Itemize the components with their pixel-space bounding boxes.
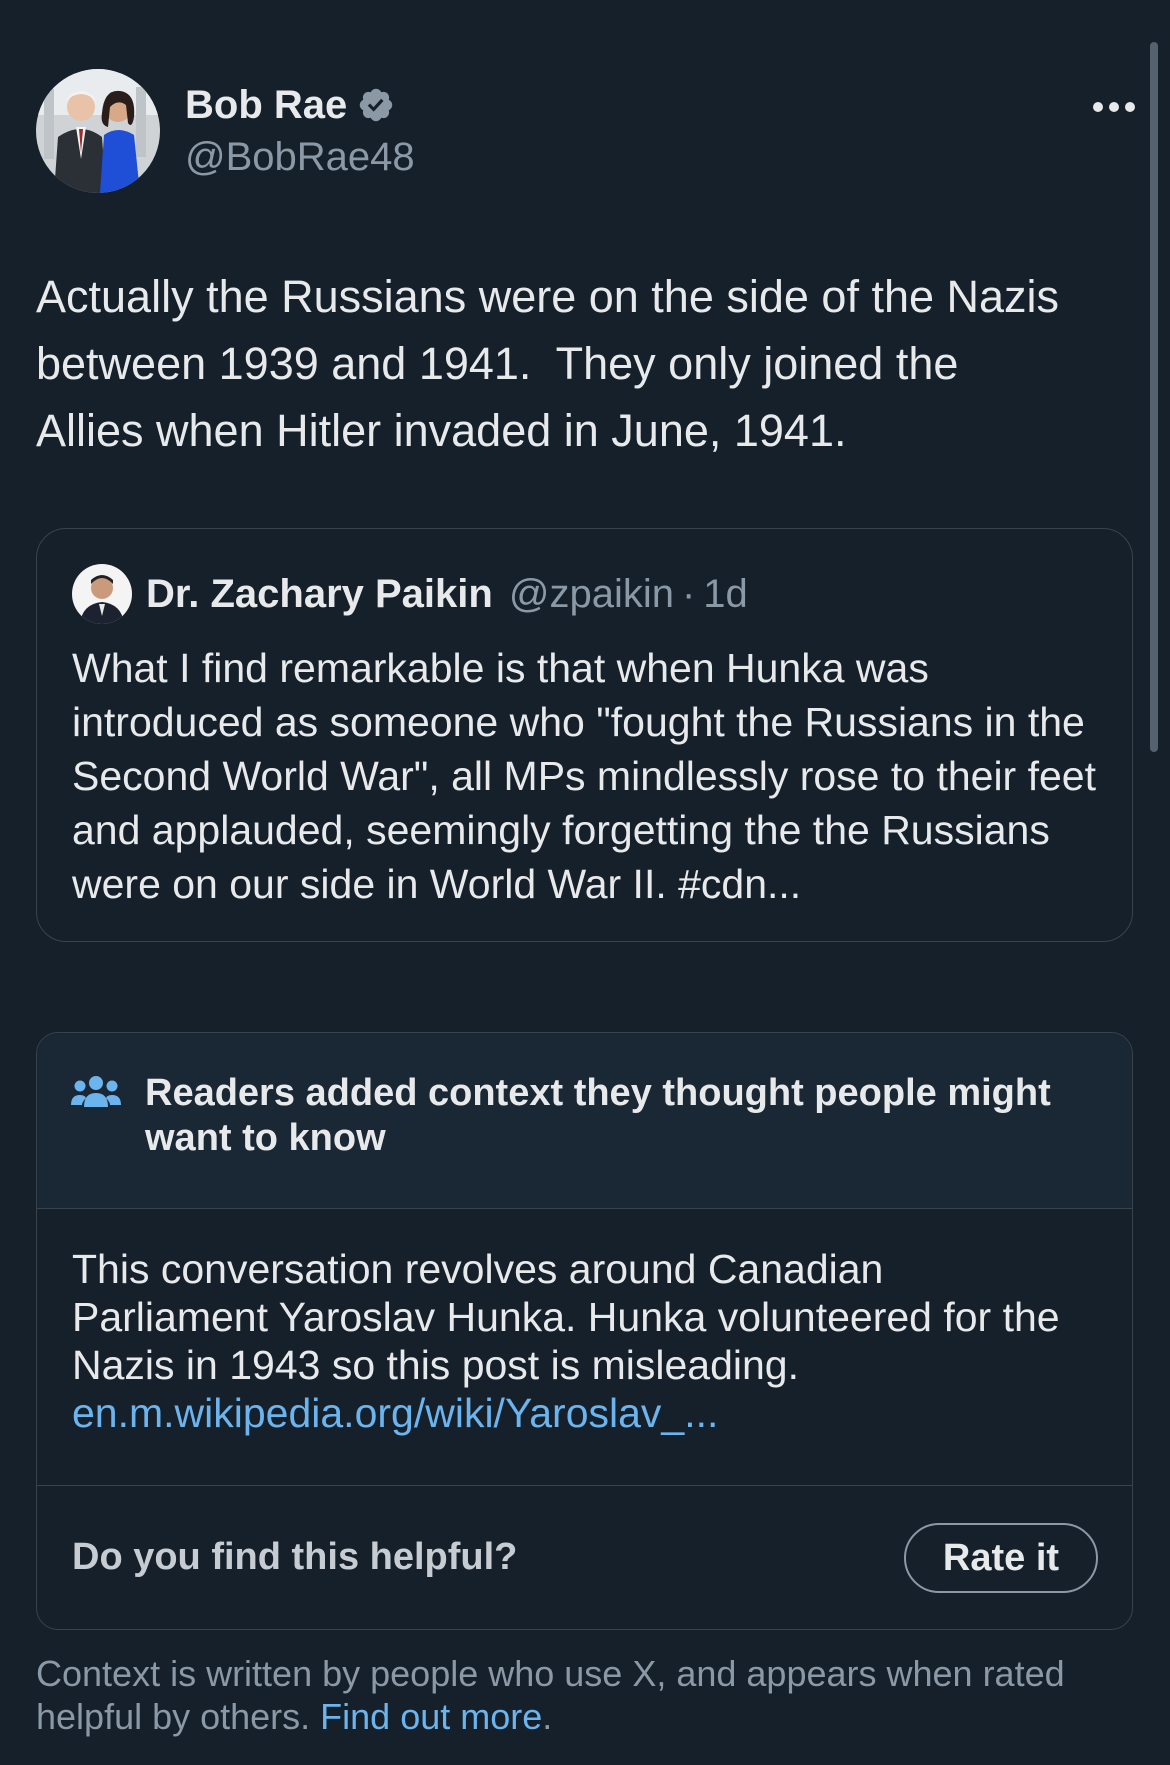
- community-note-body: This conversation revolves around Canadi…: [72, 1245, 1082, 1437]
- quoted-author-name: Dr. Zachary Paikin: [146, 571, 493, 616]
- quoted-author-avatar[interactable]: [72, 564, 132, 624]
- community-note-footer: Do you find this helpful? Rate it: [37, 1485, 1132, 1629]
- find-out-more-link[interactable]: Find out more: [320, 1696, 542, 1737]
- quoted-author-handle: @zpaikin: [508, 571, 674, 616]
- post-header: Bob Rae @BobRae48: [36, 69, 1136, 199]
- community-note-title: Readers added context they thought peopl…: [145, 1072, 1051, 1159]
- quoted-post-text: What I find remarkable is that when Hunk…: [72, 645, 1096, 907]
- author-name[interactable]: Bob Rae: [185, 81, 347, 129]
- readers-icon: [71, 1073, 121, 1113]
- scrollbar[interactable]: [1150, 42, 1158, 752]
- rate-it-button[interactable]: Rate it: [904, 1523, 1098, 1593]
- context-disclaimer: Context is written by people who use X, …: [36, 1652, 1146, 1738]
- separator-dot: ·: [681, 571, 696, 616]
- author-handle[interactable]: @BobRae48: [185, 133, 415, 181]
- helpful-question: Do you find this helpful?: [72, 1536, 518, 1578]
- quoted-post-time: 1d: [703, 571, 748, 616]
- more-options-icon[interactable]: [1092, 99, 1136, 115]
- community-note-link[interactable]: en.m.wikipedia.org/wiki/Yaroslav_...: [72, 1390, 718, 1436]
- quoted-post-card[interactable]: Dr. Zachary Paikin @zpaikin · 1d What I …: [36, 528, 1133, 942]
- quoted-post-header: Dr. Zachary Paikin @zpaikin · 1d: [72, 564, 748, 624]
- community-note-header: Readers added context they thought peopl…: [37, 1033, 1132, 1209]
- verified-badge-icon[interactable]: [357, 86, 395, 124]
- community-note: Readers added context they thought peopl…: [36, 1032, 1133, 1630]
- post-text: Actually the Russians were on the side o…: [36, 271, 1060, 456]
- disclaimer-suffix: .: [542, 1696, 553, 1737]
- author-avatar[interactable]: [36, 69, 160, 193]
- community-note-text: This conversation revolves around Canadi…: [72, 1246, 1060, 1388]
